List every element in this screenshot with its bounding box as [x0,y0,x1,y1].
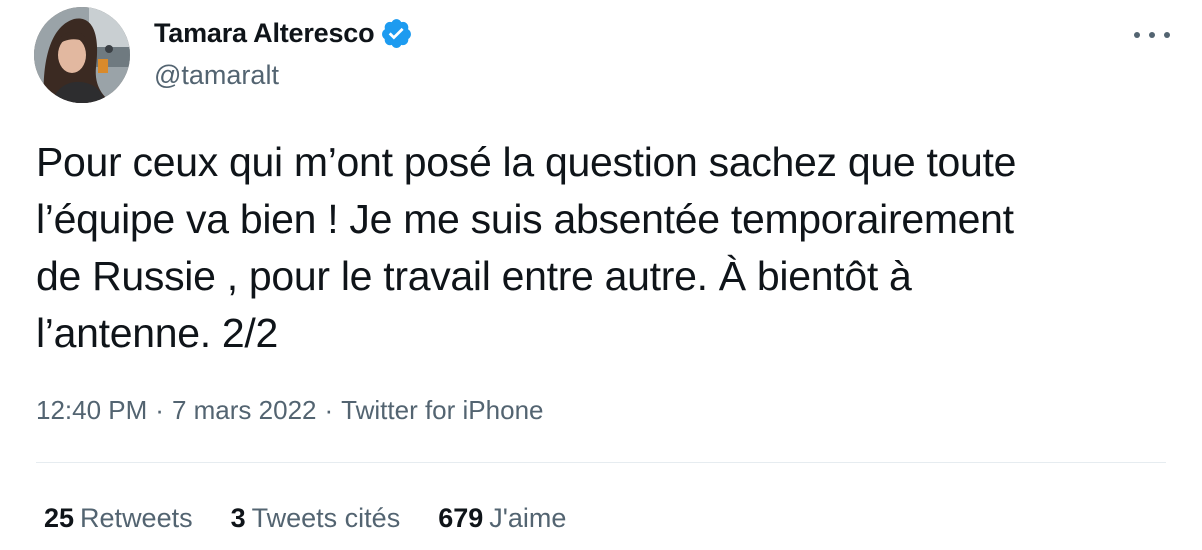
tweet-source[interactable]: Twitter for iPhone [341,395,543,425]
tweet-stats: 25 Retweets 3 Tweets cités 679 J'aime [44,498,604,538]
tweet-text: Pour ceux qui m’ont posé la question sac… [36,134,1176,362]
tweet-header: Tamara Alteresco @tamaralt [34,7,1172,107]
author-handle[interactable]: @tamaralt [154,60,413,91]
more-dot [1149,32,1155,38]
quotes-count: 3 [230,502,246,533]
author-display-name[interactable]: Tamara Alteresco [154,18,375,49]
divider [36,462,1166,463]
tweet-meta: 12:40 PM · 7 mars 2022 · Twitter for iPhone [36,392,543,428]
author-names: Tamara Alteresco @tamaralt [154,13,413,91]
tweet-text-line: l’équipe va bien ! Je me suis absentée t… [36,196,1014,242]
retweets-stat[interactable]: 25 Retweets [44,503,193,534]
tweet-card: Tamara Alteresco @tamaralt Pour ceux qui… [0,0,1202,550]
likes-count: 679 [438,502,484,533]
verified-badge-icon [380,17,413,50]
tweet-date[interactable]: 7 mars 2022 [172,395,317,425]
quotes-stat[interactable]: 3 Tweets cités [231,503,401,534]
retweets-label: Retweets [80,502,193,533]
tweet-text-line: l’antenne. 2/2 [36,310,279,356]
likes-label: J'aime [489,502,567,533]
tweet-time[interactable]: 12:40 PM [36,395,147,425]
tweet-text-line: Pour ceux qui m’ont posé la question sac… [36,139,1017,185]
retweets-count: 25 [44,502,75,533]
avatar-image [34,7,130,103]
avatar[interactable] [34,7,130,103]
more-dot [1164,32,1170,38]
likes-stat[interactable]: 679 J'aime [438,503,566,534]
meta-separator: · [324,395,334,425]
more-dot [1134,32,1140,38]
name-row: Tamara Alteresco [154,13,413,53]
tweet-text-line: de Russie , pour le travail entre autre.… [36,253,912,299]
more-horizontal-icon[interactable] [1132,25,1172,45]
meta-separator: · [155,395,164,425]
quotes-label: Tweets cités [251,502,401,533]
